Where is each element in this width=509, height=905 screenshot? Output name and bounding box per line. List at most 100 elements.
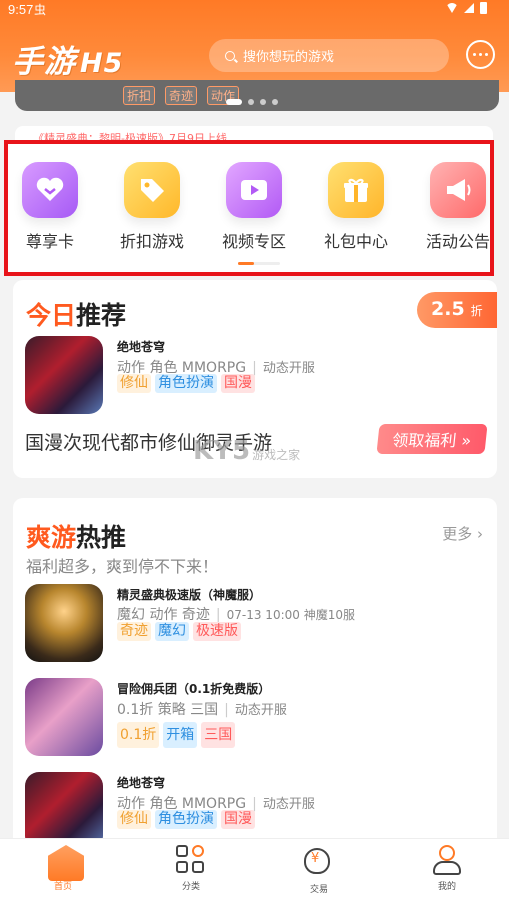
- search-icon: [225, 50, 235, 61]
- watermark-sub: 游戏之家: [252, 448, 301, 462]
- message-icon[interactable]: [466, 40, 495, 69]
- category-row: 尊享卡 折扣游戏 视频专区 礼包中心 活动公告: [4, 140, 494, 276]
- game-server: 动态开服: [234, 703, 287, 718]
- discount-value: 2.5: [431, 298, 465, 320]
- app-logo[interactable]: 手游 H5: [12, 36, 123, 81]
- category-label: 活动公告: [425, 232, 490, 251]
- game-tags: 修仙 角色扮演 国漫: [117, 810, 255, 829]
- hot-games-card: 爽游热推 更多 › 福利超多，爽到停不下来！ 精灵盛典极速版（神魔服） 魔幻 动…: [13, 498, 497, 858]
- game-thumbnail[interactable]: [25, 678, 103, 756]
- tag: 奇迹: [117, 622, 151, 641]
- bottom-navigation: 首页 分类 交易 我的: [0, 838, 509, 905]
- category-announcements[interactable]: 活动公告: [412, 162, 504, 252]
- bug-icon: 虫: [34, 3, 47, 17]
- section-title: 今日推荐: [26, 296, 126, 332]
- category-label: 尊享卡: [25, 232, 74, 251]
- status-icons: [446, 2, 487, 14]
- watermark-logo: KY5 游戏之家: [193, 436, 300, 466]
- search-bar[interactable]: 搜你想玩的游戏: [209, 39, 449, 72]
- banner-dots: [226, 99, 278, 105]
- tag: 修仙: [117, 374, 151, 393]
- game-server: 动态开服: [262, 797, 315, 812]
- tag: 国漫: [221, 810, 255, 829]
- search-placeholder: 搜你想玩的游戏: [243, 50, 335, 65]
- game-tags: 0.1折 开箱 三国: [117, 722, 236, 748]
- grid-icon: [176, 845, 206, 875]
- nav-label: 交易: [309, 885, 328, 895]
- tag: 国漫: [221, 374, 255, 393]
- discount-unit: 折: [470, 304, 483, 318]
- category-scroll-indicator: [238, 262, 280, 265]
- category-gift-center[interactable]: 礼包中心: [310, 162, 402, 252]
- megaphone-icon: [430, 162, 486, 218]
- header-bar: 9:57 虫 手游 H5 搜你想玩的游戏: [0, 0, 509, 92]
- section-title: 爽游热推: [26, 518, 126, 554]
- watermark-main: KY5: [193, 436, 251, 466]
- category-label: 礼包中心: [323, 232, 388, 251]
- title-part-b: 热推: [76, 523, 127, 552]
- category-label: 视频专区: [221, 232, 286, 251]
- discount-badge: 2.5 折: [417, 292, 497, 328]
- heart-icon: [22, 162, 78, 218]
- category-vip-card[interactable]: 尊享卡: [4, 162, 96, 252]
- game-genres: 0.1折 策略 三国: [117, 702, 219, 718]
- category-discount-games[interactable]: 折扣游戏: [106, 162, 198, 252]
- nav-label: 我的: [437, 882, 456, 892]
- tag: 角色扮演: [155, 810, 217, 829]
- status-time: 9:57: [8, 2, 34, 17]
- title-part-a: 今日: [26, 301, 77, 330]
- battery-icon: [480, 2, 487, 14]
- game-tags: 修仙 角色扮演 国漫: [117, 374, 255, 393]
- section-subtitle: 福利超多，爽到停不下来！: [26, 557, 219, 576]
- tag: 极速版: [193, 622, 241, 641]
- game-name[interactable]: 精灵盛典极速版（神魔服）: [117, 586, 261, 603]
- banner-tag: 折扣: [123, 86, 156, 105]
- game-meta: 魔幻 动作 奇迹 | 07-13 10:00 神魔10服: [117, 607, 355, 623]
- tag: 角色扮演: [155, 374, 217, 393]
- signal-icon: [464, 3, 474, 13]
- game-tags: 奇迹 魔幻 极速版: [117, 622, 241, 641]
- tag-icon: [124, 162, 180, 218]
- nav-trade[interactable]: 交易: [289, 845, 349, 895]
- game-name[interactable]: 绝地苍穹: [117, 338, 165, 355]
- nav-label: 分类: [181, 882, 200, 892]
- nav-profile[interactable]: 我的: [417, 845, 477, 892]
- tag: 修仙: [117, 810, 151, 829]
- game-server: 动态开服: [262, 361, 315, 376]
- title-part-b: 推荐: [76, 301, 127, 330]
- wifi-icon: [446, 3, 458, 13]
- banner-dot[interactable]: [272, 99, 278, 105]
- claim-benefit-button[interactable]: 领取福利 »: [376, 424, 488, 454]
- tag: 魔幻: [155, 622, 189, 641]
- home-icon: [48, 845, 84, 881]
- category-video-zone[interactable]: 视频专区: [208, 162, 300, 252]
- game-server: 07-13 10:00 神魔10服: [226, 608, 355, 622]
- nav-home[interactable]: 首页: [33, 845, 93, 892]
- more-link[interactable]: 更多 ›: [442, 523, 483, 544]
- play-icon: [226, 162, 282, 218]
- nav-category[interactable]: 分类: [161, 845, 221, 892]
- logo-text: 手游: [12, 44, 76, 80]
- category-label: 折扣游戏: [119, 232, 184, 251]
- gift-icon: [328, 162, 384, 218]
- status-bar: 9:57 虫: [0, 0, 509, 22]
- banner-tag: 奇迹: [165, 86, 198, 105]
- money-bag-icon: [304, 848, 334, 878]
- tag: 三国: [201, 722, 236, 748]
- tag: 0.1折: [117, 722, 160, 748]
- banner-dot[interactable]: [226, 99, 242, 105]
- user-icon: [432, 845, 462, 875]
- game-name[interactable]: 冒险佣兵团（0.1折免费版）: [117, 680, 270, 697]
- banner-tags: 折扣 奇迹 动作: [123, 86, 240, 105]
- game-name[interactable]: 绝地苍穹: [117, 774, 165, 791]
- logo-h5: H5: [80, 48, 124, 79]
- banner-carousel[interactable]: 折扣 奇迹 动作: [15, 80, 499, 111]
- banner-dot[interactable]: [260, 99, 266, 105]
- game-thumbnail[interactable]: [25, 336, 103, 414]
- game-genres: 魔幻 动作 奇迹: [117, 607, 210, 623]
- banner-dot[interactable]: [248, 99, 254, 105]
- title-part-a: 爽游: [26, 523, 77, 552]
- tag: 开箱: [163, 722, 198, 748]
- game-meta: 0.1折 策略 三国 | 动态开服: [117, 702, 287, 718]
- game-thumbnail[interactable]: [25, 584, 103, 662]
